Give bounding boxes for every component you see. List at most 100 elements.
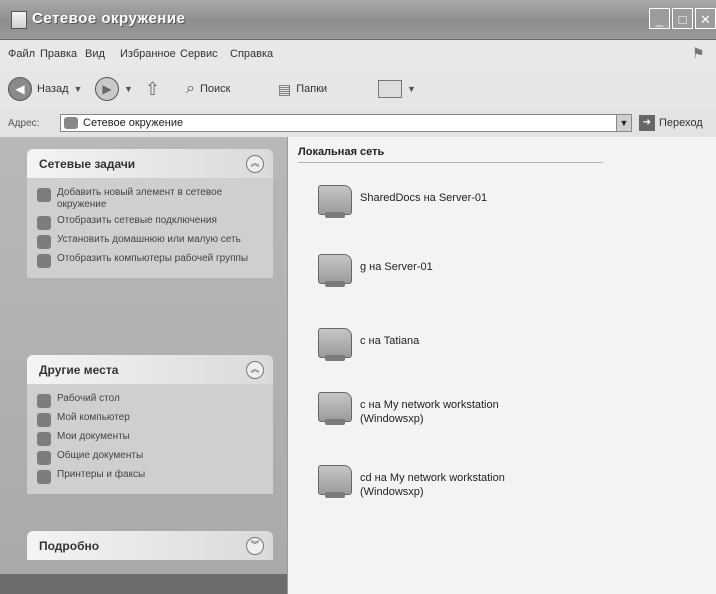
group-divider (298, 162, 603, 163)
place-label: Принтеры и факсы (57, 469, 146, 480)
network-share-item[interactable]: c на Tatiana (316, 322, 419, 362)
other-places-title: Другие места (39, 363, 119, 377)
chevron-down-icon: ▼ (73, 84, 83, 94)
back-button[interactable]: ◀ Назад ▼ (8, 76, 82, 102)
network-tasks-title: Сетевые задачи (39, 157, 136, 171)
network-places-icon (11, 11, 27, 29)
address-bar: Адрес: Сетевое окружение ▼ ➜ Переход (0, 110, 716, 138)
place-my-computer[interactable]: Мой компьютер (37, 412, 265, 427)
place-printers-faxes[interactable]: Принтеры и факсы (37, 469, 265, 484)
views-icon (378, 80, 402, 98)
share-label: cd на My network workstation (Windowsxp) (360, 472, 505, 498)
network-tasks-header[interactable]: Сетевые задачи ︽ (27, 149, 273, 178)
task-view-network-connections[interactable]: Отобразить сетевые подключения (37, 215, 265, 230)
toolbar: ◀ Назад ▼ ▶ ▼ ⇧ ⌕ Поиск ▤ Папки ▼ (0, 68, 716, 111)
collapse-icon[interactable]: ︽ (246, 155, 264, 173)
network-share-item[interactable]: c на My network workstation (Windowsxp) (316, 386, 550, 426)
folders-button[interactable]: ▤ Папки (278, 76, 327, 102)
network-tasks-list: Добавить новый элемент в сетевое окружен… (27, 178, 273, 278)
printer-icon (37, 470, 51, 484)
network-share-icon (316, 322, 354, 362)
address-value: Сетевое окружение (83, 117, 184, 129)
other-places-list: Рабочий стол Мой компьютер Мои документы… (27, 384, 273, 494)
pane-bottom-strip (0, 574, 287, 594)
title-bar: Сетевое окружение _ □ ✕ (0, 0, 716, 40)
task-pane: Сетевые задачи ︽ Добавить новый элемент … (0, 137, 288, 594)
address-dropdown-button[interactable]: ▼ (616, 114, 632, 132)
address-label: Адрес: (8, 118, 40, 129)
task-label: Отобразить сетевые подключения (57, 215, 217, 226)
place-desktop[interactable]: Рабочий стол (37, 393, 265, 408)
network-tasks-panel: Сетевые задачи ︽ Добавить новый элемент … (27, 149, 273, 278)
forward-button[interactable]: ▶ ▼ (95, 76, 133, 102)
chevron-down-icon: ▼ (407, 84, 416, 94)
home-network-icon (37, 235, 51, 249)
close-button[interactable]: ✕ (695, 8, 716, 29)
menu-tools[interactable]: Сервис (180, 48, 218, 60)
network-share-item[interactable]: cd на My network workstation (Windowsxp) (316, 459, 550, 499)
go-button[interactable]: ➜ Переход (639, 115, 703, 131)
search-button[interactable]: ⌕ Поиск (186, 76, 230, 102)
task-setup-home-network[interactable]: Установить домашнюю или малую сеть (37, 234, 265, 249)
windows-flag-icon: ⚑ (692, 45, 705, 61)
place-label: Общие документы (57, 450, 144, 461)
workgroup-computers-icon (37, 254, 51, 268)
share-label: c на Tatiana (360, 335, 420, 347)
menu-help[interactable]: Справка (230, 48, 273, 60)
up-folder-button[interactable]: ⇧ (145, 76, 160, 102)
share-label: c на My network workstation (Windowsxp) (360, 399, 499, 425)
place-label: Рабочий стол (57, 393, 120, 404)
network-share-icon (316, 179, 354, 219)
menu-view[interactable]: Вид (85, 48, 105, 60)
other-places-header[interactable]: Другие места ︽ (27, 355, 273, 384)
up-folder-icon: ⇧ (145, 78, 161, 99)
chevron-down-icon: ▼ (124, 84, 133, 94)
back-arrow-icon: ◀ (8, 77, 32, 101)
minimize-button[interactable]: _ (649, 8, 670, 29)
menu-bar: Файл Правка Вид Избранное Сервис Справка… (0, 40, 716, 69)
search-icon: ⌕ (186, 80, 195, 97)
back-label: Назад (37, 83, 69, 95)
go-arrow-icon: ➜ (639, 115, 655, 131)
group-header-local-network: Локальная сеть (298, 146, 385, 158)
task-label: Установить домашнюю или малую сеть (57, 234, 241, 245)
go-label: Переход (659, 117, 703, 129)
forward-arrow-icon: ▶ (95, 77, 119, 101)
network-places-icon (64, 117, 78, 129)
place-my-documents[interactable]: Мои документы (37, 431, 265, 446)
share-label: SharedDocs на Server-01 (360, 192, 488, 204)
task-label: Добавить новый элемент в сетевое окружен… (57, 187, 223, 210)
other-places-panel: Другие места ︽ Рабочий стол Мой компьюте… (27, 355, 273, 494)
collapse-icon[interactable]: ︽ (246, 361, 264, 379)
network-share-item[interactable]: g на Server-01 (316, 248, 433, 288)
window-controls: _ □ ✕ (649, 8, 716, 29)
details-title: Подробно (39, 539, 100, 553)
details-header[interactable]: Подробно ︾ (27, 531, 273, 560)
place-shared-documents[interactable]: Общие документы (37, 450, 265, 465)
content-area: Локальная сеть SharedDocs на Server-01 g… (288, 137, 716, 594)
share-label: g на Server-01 (360, 261, 433, 273)
network-share-icon (316, 248, 354, 288)
network-share-icon (316, 386, 354, 426)
menu-file[interactable]: Файл (8, 48, 35, 60)
network-share-item[interactable]: SharedDocs на Server-01 (316, 179, 487, 219)
task-label: Отобразить компьютеры рабочей группы (57, 253, 249, 264)
folders-icon: ▤ (278, 80, 292, 97)
search-label: Поиск (199, 83, 231, 95)
folder-icon (37, 432, 51, 446)
maximize-button[interactable]: □ (672, 8, 693, 29)
task-add-network-place[interactable]: Добавить новый элемент в сетевое окружен… (37, 187, 265, 211)
network-share-icon (316, 459, 354, 499)
task-view-workgroup-computers[interactable]: Отобразить компьютеры рабочей группы (37, 253, 265, 268)
network-connections-icon (37, 216, 51, 230)
details-panel: Подробно ︾ (27, 531, 273, 560)
menu-favorites[interactable]: Избранное (120, 48, 176, 60)
expand-icon[interactable]: ︾ (246, 537, 264, 555)
address-input[interactable]: Сетевое окружение (60, 114, 632, 132)
shared-folder-icon (37, 451, 51, 465)
views-button[interactable]: ▼ (378, 76, 416, 102)
my-computer-icon (37, 413, 51, 427)
menu-edit[interactable]: Правка (40, 48, 77, 60)
add-network-place-icon (37, 188, 51, 202)
desktop-icon (37, 394, 51, 408)
